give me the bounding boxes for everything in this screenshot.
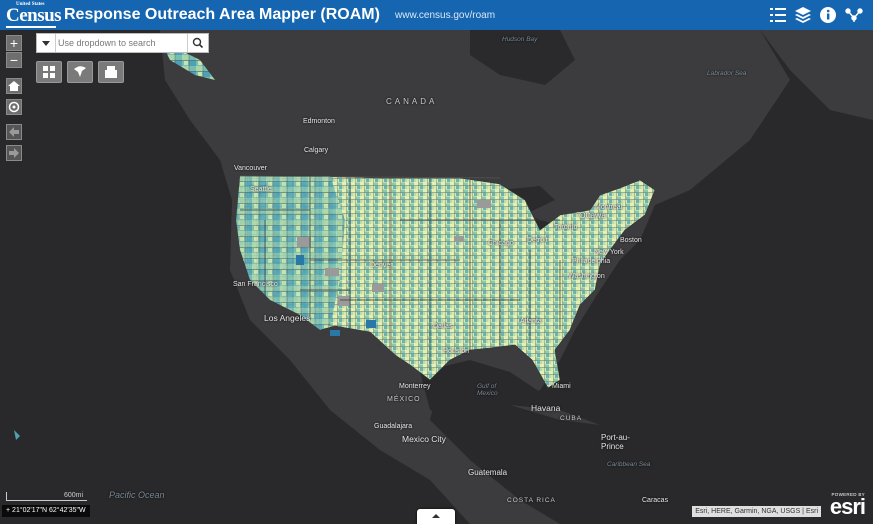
label-labrador-sea: Labrador Sea	[707, 70, 747, 77]
label-new-york: New York	[594, 249, 624, 256]
label-montreal: Montreal	[595, 204, 623, 211]
scale-label: 600mi	[64, 492, 84, 499]
label-edmonton: Edmonton	[303, 118, 335, 125]
label-havana: Havana	[531, 403, 561, 413]
locate-icon	[8, 101, 20, 113]
label-monterrey: Monterrey	[399, 383, 431, 390]
label-seattle: Seattle	[250, 186, 272, 193]
bottom-panel-toggle-button[interactable]	[417, 509, 455, 524]
zoom-in-button[interactable]: +	[6, 35, 22, 51]
label-pacific-ocean: Pacific Ocean	[109, 490, 165, 500]
label-canada: CANADA	[386, 97, 438, 106]
label-detroit: Detroit	[527, 237, 548, 244]
label-mexico: MÉXICO	[387, 396, 421, 403]
next-extent-button[interactable]	[6, 145, 22, 161]
label-guadalajara: Guadalajara	[374, 423, 413, 430]
logo-bar	[6, 26, 56, 28]
label-calgary: Calgary	[304, 147, 329, 154]
label-houston: Houston	[443, 348, 470, 355]
info-icon[interactable]	[819, 6, 837, 24]
label-san-francisco: San Francisco	[233, 281, 278, 288]
label-toronto: Toronto	[554, 224, 578, 231]
label-guatemala: Guatemala	[468, 468, 508, 477]
label-caracas: Caracas	[642, 497, 669, 504]
previous-extent-button[interactable]	[6, 124, 22, 140]
label-vancouver: Vancouver	[234, 165, 267, 172]
label-ottawa: Ottawa	[579, 210, 606, 220]
label-caribbean-sea: Caribbean Sea	[607, 461, 651, 468]
label-gulf-of-mexico: Gulf of Mexico	[477, 383, 498, 397]
label-dallas: Dallas	[433, 323, 453, 330]
layers-icon[interactable]	[794, 6, 812, 24]
map-view[interactable]: Hudson Bay Labrador Sea CANADA Edmonton …	[0, 30, 873, 524]
home-icon	[8, 81, 20, 91]
search-dropdown-button[interactable]	[37, 34, 56, 52]
label-denver: Denver	[370, 262, 393, 269]
search-widget	[36, 33, 209, 53]
label-philadelphia: Philadelphia	[572, 258, 611, 265]
label-cuba: CUBA	[560, 415, 583, 422]
geocoder-button[interactable]	[67, 61, 93, 83]
forward-arrow-icon	[9, 148, 19, 158]
basemap-gallery-icon	[43, 66, 55, 78]
label-costa-rica: COSTA RICA	[507, 497, 556, 504]
label-hudson-bay: Hudson Bay	[502, 36, 538, 43]
coordinates-value: 21°02'17"N 62°42'35"W	[12, 507, 86, 514]
print-button[interactable]	[98, 61, 124, 83]
label-mexico-city: Mexico City	[402, 434, 446, 444]
app-url-link[interactable]: www.census.gov/roam	[395, 10, 495, 21]
app-title: Response Outreach Area Mapper (ROAM)	[64, 6, 380, 23]
search-button[interactable]	[187, 34, 208, 52]
locate-button[interactable]	[6, 99, 22, 115]
esri-logo[interactable]: POWERED BY esri	[829, 492, 866, 519]
label-miami: Miami	[552, 383, 571, 390]
label-chicago: Chicago	[488, 240, 514, 247]
logo-big-text: Census	[6, 5, 62, 26]
search-icon	[192, 37, 204, 49]
back-arrow-icon	[9, 127, 19, 137]
print-icon	[105, 66, 117, 78]
home-button[interactable]	[6, 78, 22, 94]
map-attribution[interactable]: Esri, HERE, Garmin, NGA, USGS | Esri	[692, 506, 821, 517]
zoom-out-button[interactable]: −	[6, 52, 22, 68]
coordinates-readout: + 21°02'17"N 62°42'35"W	[2, 505, 90, 517]
legend-icon[interactable]	[769, 6, 787, 24]
label-atlanta: Atlanta	[520, 318, 542, 325]
census-logo[interactable]: United States Census	[6, 2, 62, 28]
esri-logo-text: esri	[829, 494, 866, 519]
geocoder-icon	[74, 66, 86, 77]
app-header: United States Census Response Outreach A…	[0, 0, 873, 30]
share-icon[interactable]	[845, 6, 863, 24]
search-input[interactable]	[58, 35, 186, 51]
label-port-au-prince: Port-au- Prince	[601, 433, 630, 451]
label-boston: Boston	[620, 237, 642, 244]
label-washington: Washington	[568, 273, 605, 280]
basemap-gallery-button[interactable]	[36, 61, 62, 83]
label-los-angeles: Los Angeles	[264, 313, 311, 323]
